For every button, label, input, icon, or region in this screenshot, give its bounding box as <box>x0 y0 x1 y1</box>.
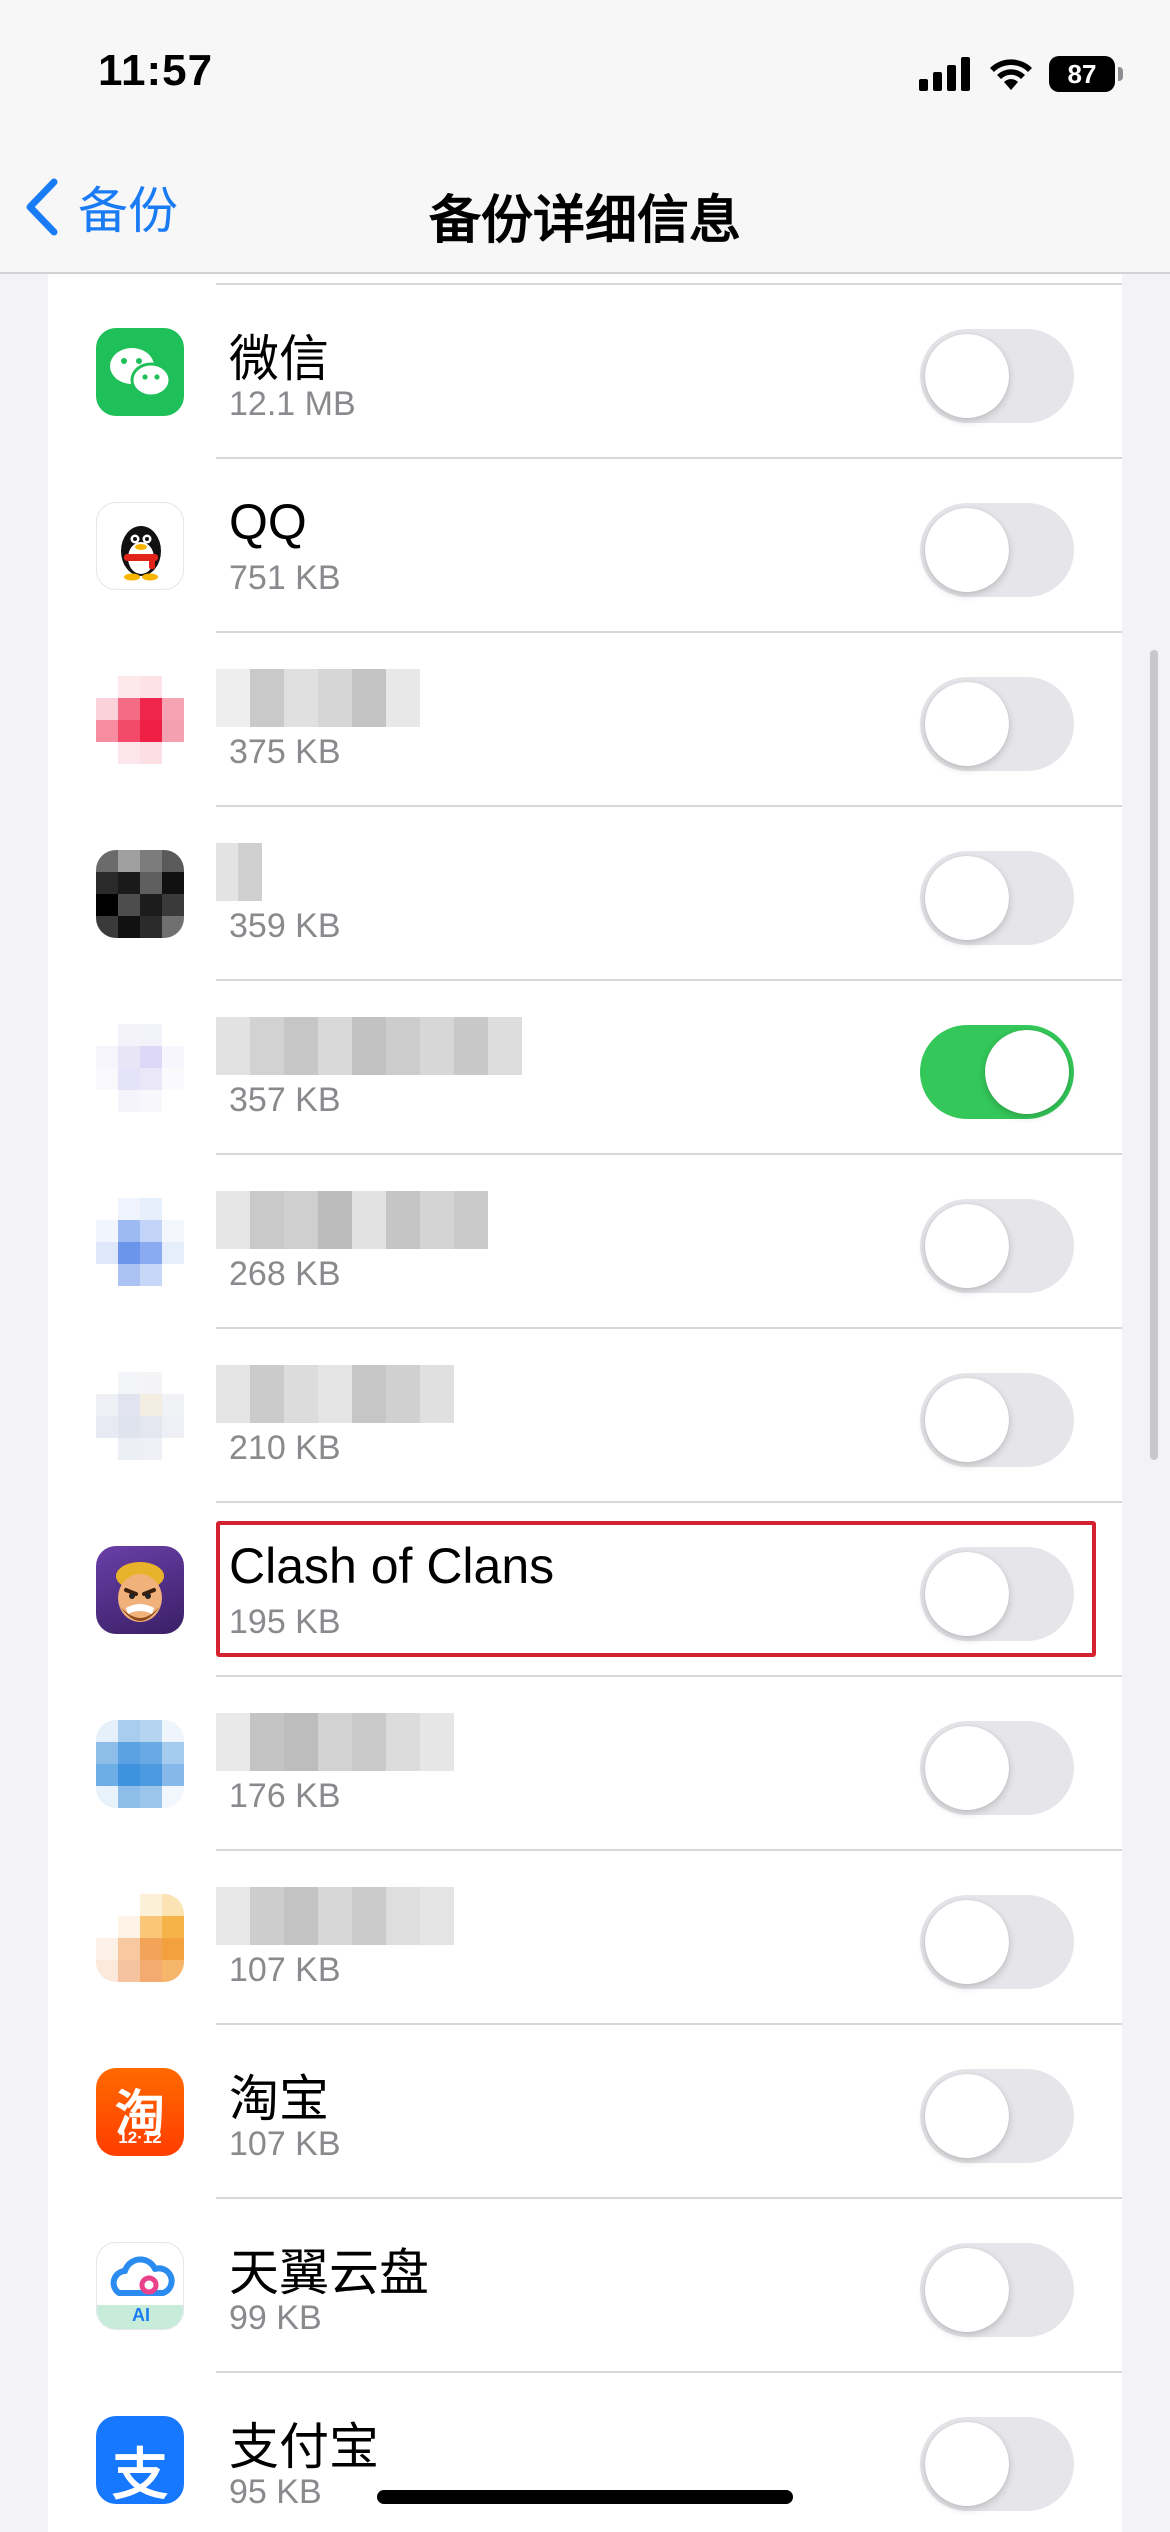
page-title: 备份详细信息 <box>428 192 741 250</box>
app-size: 359 KB <box>229 907 341 945</box>
blurred-app-icon <box>96 676 184 764</box>
app-name: 淘宝 <box>229 2071 329 2127</box>
list-item: 176 KB <box>48 1677 1122 1851</box>
app-size: 751 KB <box>229 559 341 597</box>
backup-toggle[interactable] <box>920 329 1074 423</box>
list-item: 375 KB <box>48 633 1122 807</box>
app-size: 95 KB <box>229 2473 322 2511</box>
backup-toggle[interactable] <box>920 1199 1074 1293</box>
backup-toggle[interactable] <box>920 1547 1074 1641</box>
battery-level: 87 <box>1067 58 1097 89</box>
backup-toggle[interactable] <box>920 2243 1074 2337</box>
app-backup-list: 微信 12.1 MB QQ 751 KB 375 KB 359 KB 357 K… <box>48 274 1122 2532</box>
alipay-icon: 支 <box>96 2416 184 2504</box>
blurred-app-name <box>216 1365 454 1423</box>
app-size: 375 KB <box>229 733 341 771</box>
blurred-app-icon <box>96 1720 184 1808</box>
app-size: 195 KB <box>229 1603 341 1641</box>
list-item: 359 KB <box>48 807 1122 981</box>
backup-toggle[interactable] <box>920 2417 1074 2511</box>
blurred-app-name <box>216 1191 488 1249</box>
blurred-app-icon <box>96 1372 184 1460</box>
status-bar: 11:57 87 <box>0 0 1170 150</box>
blurred-app-icon <box>96 1198 184 1286</box>
backup-toggle[interactable] <box>920 1373 1074 1467</box>
blurred-app-name <box>216 1887 454 1945</box>
list-item: 268 KB <box>48 1155 1122 1329</box>
backup-toggle[interactable] <box>920 2069 1074 2163</box>
app-size: 268 KB <box>229 1255 341 1293</box>
blurred-app-name <box>216 843 262 901</box>
list-item: AI 天翼云盘 99 KB <box>48 2199 1122 2373</box>
clash-of-clans-icon <box>96 1546 184 1634</box>
app-name: Clash of Clans <box>229 1538 555 1594</box>
list-item: 微信 12.1 MB <box>48 285 1122 459</box>
wifi-icon <box>990 59 1032 90</box>
blurred-app-icon <box>96 1024 184 1112</box>
home-indicator[interactable] <box>377 2490 793 2504</box>
app-size: 210 KB <box>229 1429 341 1467</box>
app-name: 支付宝 <box>229 2419 379 2475</box>
tianyi-cloud-icon: AI <box>96 2242 184 2330</box>
backup-toggle[interactable] <box>920 1025 1074 1119</box>
app-size: 176 KB <box>229 1777 341 1815</box>
qq-icon <box>96 502 184 590</box>
backup-toggle[interactable] <box>920 503 1074 597</box>
list-item: QQ 751 KB <box>48 459 1122 633</box>
list-item: 357 KB <box>48 981 1122 1155</box>
list-item: 支 支付宝 95 KB <box>48 2373 1122 2532</box>
wechat-icon <box>96 328 184 416</box>
list-item: 210 KB <box>48 1329 1122 1503</box>
app-name: 微信 <box>229 331 329 387</box>
backup-toggle[interactable] <box>920 851 1074 945</box>
app-size: 107 KB <box>229 1951 341 1989</box>
app-size: 12.1 MB <box>229 385 356 423</box>
list-item: 107 KB <box>48 1851 1122 2025</box>
app-size: 107 KB <box>229 2125 341 2163</box>
blurred-app-icon <box>96 1894 184 1982</box>
blurred-app-name <box>216 1713 454 1771</box>
list-item: Clash of Clans 195 KB <box>48 1503 1122 1677</box>
taobao-icon: 淘 12·12 <box>96 2068 184 2156</box>
battery-icon: 87 <box>1049 56 1123 92</box>
backup-toggle[interactable] <box>920 677 1074 771</box>
list-item: 淘 12·12 淘宝 107 KB <box>48 2025 1122 2199</box>
app-name: 天翼云盘 <box>229 2245 429 2301</box>
navigation-bar: 备份 备份详细信息 <box>0 150 1170 274</box>
blurred-app-icon <box>96 850 184 938</box>
app-name: QQ <box>229 494 307 550</box>
cellular-signal-icon <box>919 57 970 91</box>
app-size: 99 KB <box>229 2299 322 2337</box>
blurred-app-name <box>216 1017 522 1075</box>
app-size: 357 KB <box>229 1081 341 1119</box>
scrollbar[interactable] <box>1150 650 1158 1460</box>
backup-toggle[interactable] <box>920 1895 1074 1989</box>
backup-toggle[interactable] <box>920 1721 1074 1815</box>
status-icons: 87 <box>919 50 1123 98</box>
status-time: 11:57 <box>98 46 214 95</box>
blurred-app-name <box>216 669 420 727</box>
